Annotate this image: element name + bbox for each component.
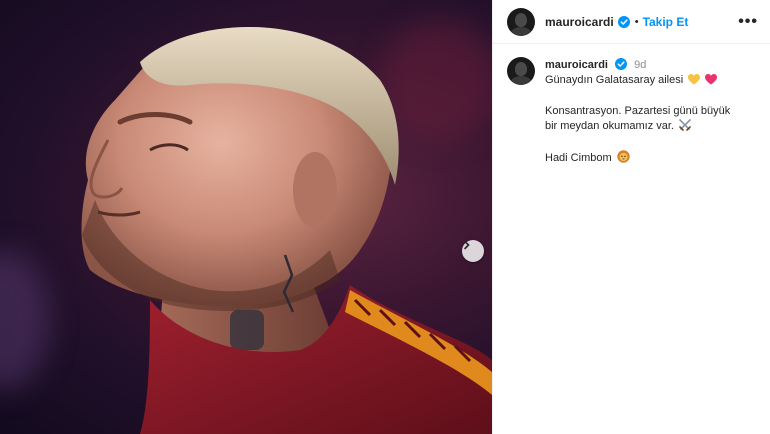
lion-face-emoji <box>617 150 630 163</box>
verified-badge-icon <box>615 58 628 70</box>
post-photo <box>0 0 492 434</box>
more-options-button[interactable]: ••• <box>738 13 758 31</box>
caption-line: Konsantrasyon. Pazartesi günü büyük <box>545 105 731 117</box>
post-caption: mauroicardi 9d Günaydın Galatasaray aile… <box>493 44 770 166</box>
red-heart-emoji <box>705 74 718 85</box>
player-portrait <box>81 26 492 434</box>
caption-body: mauroicardi 9d Günaydın Galatasaray aile… <box>545 58 730 166</box>
next-photo-button[interactable] <box>462 240 484 262</box>
caption-line: bir meydan okumamız var. <box>545 120 674 132</box>
avatar[interactable] <box>507 7 535 36</box>
verified-badge-icon <box>617 15 630 28</box>
post-time[interactable]: 9d <box>634 59 646 71</box>
separator-dot: • <box>634 15 639 28</box>
avatar[interactable] <box>507 57 535 85</box>
caption-line: Günaydın Galatasaray ailesi <box>545 74 684 86</box>
caption-username[interactable]: mauroicardi <box>545 59 608 71</box>
crossed-swords-emoji <box>679 119 691 131</box>
follow-button[interactable]: Takip Et <box>643 15 689 29</box>
caption-line: Hadi Cimbom <box>545 152 612 164</box>
post-sidebar: mauroicardi • Takip Et ••• mauroicardi 9… <box>492 0 770 434</box>
username-link[interactable]: mauroicardi <box>545 15 614 29</box>
yellow-heart-emoji <box>688 74 701 85</box>
chevron-right-icon <box>464 240 470 250</box>
post-header: mauroicardi • Takip Et ••• <box>493 0 770 44</box>
